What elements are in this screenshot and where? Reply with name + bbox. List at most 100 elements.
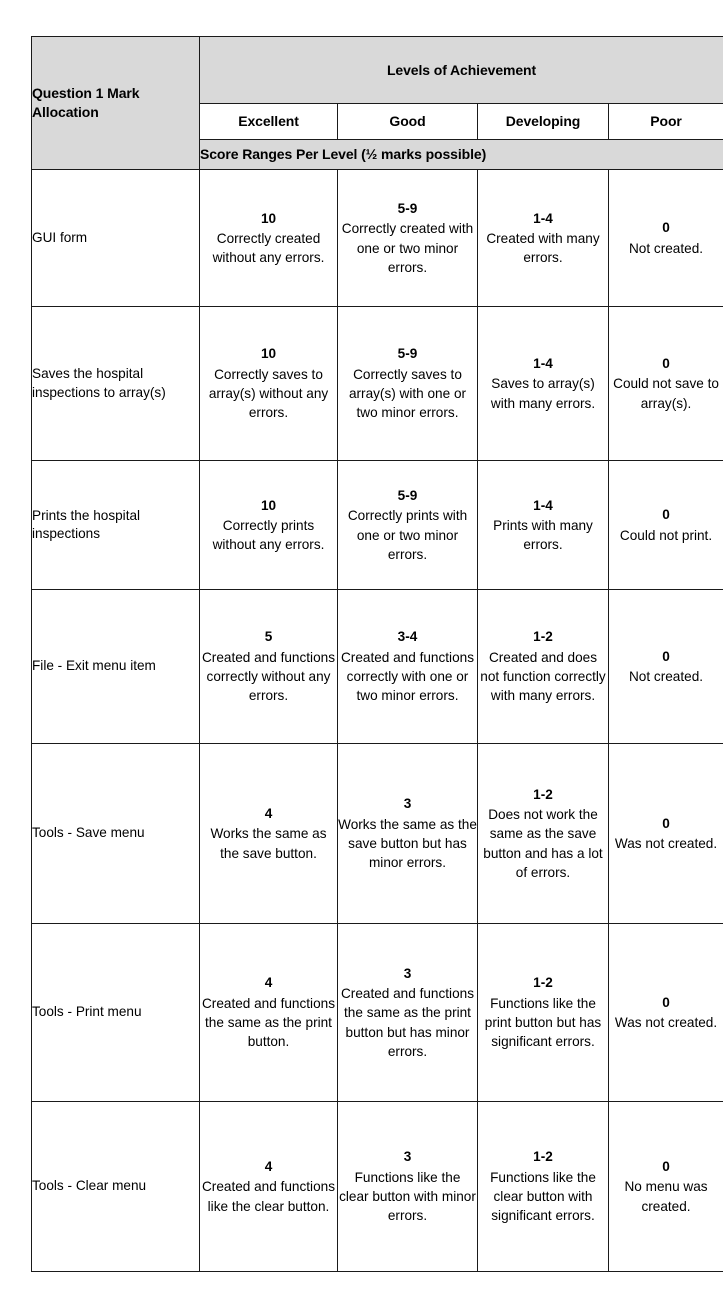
- cell-tools-print-poor: 0 Was not created.: [607, 923, 723, 1102]
- cell-file-exit-excellent: 5 Created and functions correctly withou…: [199, 589, 338, 744]
- cell-score: 0: [662, 815, 670, 831]
- cell-score: 1-4: [533, 497, 553, 513]
- table-row: Saves the hospital inspections to array(…: [31, 306, 723, 461]
- cell-description: Not created.: [628, 669, 704, 684]
- header-criterion-title: Question 1 Mark Allocation: [31, 36, 200, 170]
- cell-tools-clear-excellent: 4 Created and functions like the clear b…: [199, 1101, 338, 1272]
- cell-description: Created with many errors.: [486, 230, 600, 266]
- cell-description: Was not created.: [614, 836, 718, 851]
- cell-description: No menu was created.: [624, 1179, 708, 1214]
- cell-description: Correctly prints with one or two minor e…: [347, 508, 468, 562]
- cell-file-exit-developing: 1-2 Created and does not function correc…: [477, 589, 609, 744]
- cell-gui-form-excellent: 10 Correctly created without any errors.: [199, 169, 338, 307]
- cell-tools-clear-poor: 0 No menu was created.: [607, 1101, 723, 1272]
- cell-saves-excellent: 10 Correctly saves to array(s) without a…: [199, 306, 338, 461]
- cell-score: 10: [260, 210, 277, 226]
- cell-description: Functions like the clear button with min…: [339, 1169, 476, 1224]
- cell-description: Correctly created without any errors.: [212, 230, 325, 266]
- cell-gui-form-poor: 0 Not created.: [607, 169, 723, 307]
- table-row: Tools - Print menu 4 Created and functio…: [31, 923, 723, 1102]
- cell-score: 3-4: [397, 629, 418, 645]
- cell-tools-print-good: 3 Created and functions the same as the …: [337, 923, 478, 1102]
- cell-prints-good: 5-9 Correctly prints with one or two min…: [337, 460, 478, 590]
- cell-score: 1-2: [533, 975, 553, 991]
- cell-score: 3: [403, 796, 412, 812]
- cell-description: Works the same as the save button but ha…: [338, 816, 477, 871]
- cell-score: 1-2: [533, 1149, 553, 1165]
- cell-score: 0: [662, 1159, 670, 1175]
- cell-description: Does not work the same as the save butto…: [483, 807, 603, 880]
- cell-description: Not created.: [628, 240, 704, 256]
- cell-description: Created and functions like the clear but…: [201, 1179, 335, 1214]
- cell-score: 4: [264, 975, 273, 991]
- cell-description: Functions like the print button but has …: [484, 995, 602, 1050]
- cell-tools-save-developing: 1-2 Does not work the same as the save b…: [477, 743, 609, 924]
- cell-score: 5-9: [397, 346, 418, 362]
- row-criterion-gui-form: GUI form: [31, 169, 200, 307]
- cell-file-exit-good: 3-4 Created and functions correctly with…: [337, 589, 478, 744]
- cell-score: 3: [403, 1149, 412, 1165]
- cell-score: 5-9: [397, 487, 418, 503]
- row-criterion-tools-clear-menu: Tools - Clear menu: [31, 1101, 200, 1272]
- cell-gui-form-developing: 1-4 Created with many errors.: [477, 169, 609, 307]
- header-level-excellent: Excellent: [199, 103, 338, 140]
- row-criterion-tools-save-menu: Tools - Save menu: [31, 743, 200, 924]
- cell-prints-poor: 0 Could not print.: [607, 460, 723, 590]
- table-row: GUI form 10 Correctly created without an…: [31, 169, 723, 307]
- header-level-developing: Developing: [477, 103, 609, 140]
- row-criterion-tools-print-menu: Tools - Print menu: [31, 923, 200, 1102]
- header-levels-of-achievement: Levels of Achievement: [198, 36, 723, 104]
- cell-score: 1-4: [533, 356, 553, 372]
- cell-tools-clear-good: 3 Functions like the clear button with m…: [337, 1101, 478, 1272]
- row-criterion-file-exit-menu: File - Exit menu item: [31, 589, 200, 744]
- cell-saves-good: 5-9 Correctly saves to array(s) with one…: [337, 306, 478, 461]
- cell-description: Saves to array(s) with many errors.: [490, 376, 596, 411]
- cell-description: Could not print.: [619, 527, 713, 543]
- mark-allocation-rubric-table: Question 1 Mark Allocation Levels of Ach…: [31, 36, 723, 1272]
- cell-score: 0: [662, 994, 670, 1010]
- cell-score: 0: [662, 648, 670, 664]
- header-level-good: Good: [337, 103, 478, 140]
- cell-score: 4: [264, 806, 273, 822]
- cell-tools-print-excellent: 4 Created and functions the same as the …: [199, 923, 338, 1102]
- table-header-row-title: Question 1 Mark Allocation Levels of Ach…: [31, 36, 723, 170]
- cell-description: Correctly prints without any errors.: [212, 517, 325, 553]
- cell-description: Functions like the clear button with sig…: [490, 1169, 596, 1224]
- cell-score: 3: [403, 965, 412, 981]
- row-criterion-prints-inspections: Prints the hospital inspections: [31, 460, 200, 590]
- cell-description: Could not save to array(s).: [613, 376, 719, 411]
- cell-score: 10: [260, 346, 277, 362]
- cell-score: 0: [662, 507, 670, 523]
- cell-tools-save-poor: 0 Was not created.: [607, 743, 723, 924]
- table-row: Tools - Save menu 4 Works the same as th…: [31, 743, 723, 924]
- cell-description: Created and functions correctly with one…: [340, 649, 474, 704]
- cell-description: Created and functions the same as the pr…: [340, 986, 474, 1059]
- cell-description: Was not created.: [614, 1015, 718, 1030]
- cell-score: 4: [264, 1159, 273, 1175]
- cell-description: Correctly created with one or two minor …: [341, 221, 474, 275]
- cell-gui-form-good: 5-9 Correctly created with one or two mi…: [337, 169, 478, 307]
- cell-description: Correctly saves to array(s) without any …: [208, 366, 329, 421]
- cell-description: Created and functions correctly without …: [201, 649, 335, 704]
- table-row: Tools - Clear menu 4 Created and functio…: [31, 1101, 723, 1272]
- cell-description: Created and functions the same as the pr…: [201, 995, 335, 1050]
- cell-score: 1-4: [533, 210, 553, 226]
- cell-score: 0: [662, 220, 670, 236]
- cell-saves-poor: 0 Could not save to array(s).: [607, 306, 723, 461]
- cell-score: 0: [662, 356, 670, 372]
- cell-prints-developing: 1-4 Prints with many errors.: [477, 460, 609, 590]
- cell-saves-developing: 1-4 Saves to array(s) with many errors.: [477, 306, 609, 461]
- cell-score: 1-2: [533, 629, 553, 645]
- table-row: File - Exit menu item 5 Created and func…: [31, 589, 723, 744]
- cell-score: 5-9: [397, 200, 418, 216]
- cell-file-exit-poor: 0 Not created.: [607, 589, 723, 744]
- cell-description: Prints with many errors.: [493, 517, 593, 553]
- rubric-page: Question 1 Mark Allocation Levels of Ach…: [0, 0, 723, 1297]
- cell-score: 5: [264, 629, 273, 645]
- cell-description: Correctly saves to array(s) with one or …: [348, 366, 467, 421]
- cell-tools-print-developing: 1-2 Functions like the print button but …: [477, 923, 609, 1102]
- cell-tools-clear-developing: 1-2 Functions like the clear button with…: [477, 1101, 609, 1272]
- cell-prints-excellent: 10 Correctly prints without any errors.: [199, 460, 338, 590]
- header-score-ranges-note: Score Ranges Per Level (½ marks possible…: [198, 139, 723, 170]
- cell-score: 1-2: [533, 786, 553, 802]
